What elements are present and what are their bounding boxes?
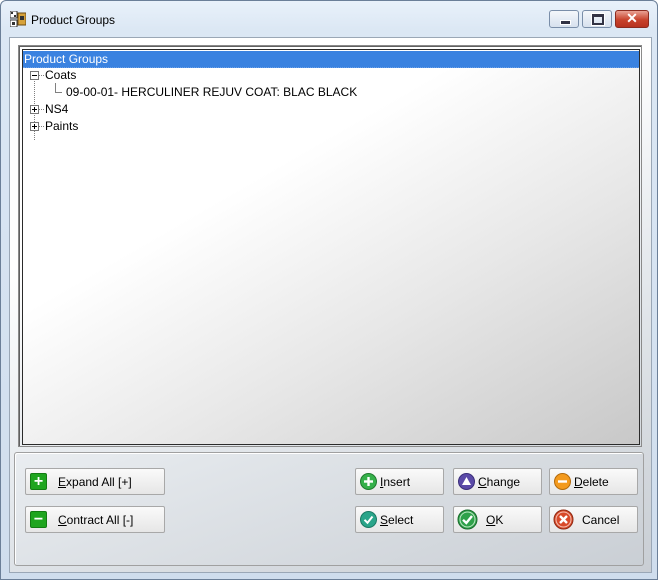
ok-label: OK [486,513,504,527]
tree-node-coats-label: Coats [45,68,77,82]
close-button[interactable]: ✕ [615,10,649,28]
maximize-icon [591,13,605,26]
tree-connector [39,109,44,110]
select-label: Select [380,513,414,527]
window-title: Product Groups [31,13,116,27]
tree-node-ns4-label: NS4 [45,102,69,116]
product-groups-app-icon [10,11,26,27]
select-button[interactable]: Select [355,506,444,533]
tree-node-product[interactable]: 09-00-01- HERCULINER REJUV COAT: BLAC BL… [66,84,357,101]
ok-button[interactable]: OK [453,506,542,533]
tree-connector-child [55,83,62,93]
close-icon: ✕ [626,10,638,26]
button-panel: + Expand All [+] − Contract All [-] Inse… [14,452,644,566]
remove-circle-icon [554,473,571,490]
cancel-button[interactable]: Cancel [549,506,638,533]
client-area: Product Groups Coats 09-00-01- HERCULINE… [9,37,652,573]
cancel-label: Cancel [582,513,620,527]
plus-icon: + [30,473,47,490]
minimize-icon [560,20,571,25]
tree-connector [39,126,44,127]
delete-button[interactable]: Delete [549,468,638,495]
product-groups-window: Product Groups ✕ Product Groups Coats 09… [0,0,658,580]
cancel-x-icon [553,509,574,530]
tree-node-ns4[interactable]: NS4 [45,101,68,118]
tree-node-product-label: 09-00-01- HERCULINER REJUV COAT: BLAC BL… [66,85,358,99]
minimize-button[interactable] [549,10,579,28]
triangle-up-icon [458,473,475,490]
expand-all-label: Expand All [+] [58,475,132,489]
expand-toggle-ns4[interactable] [30,105,39,114]
expand-toggle-paints[interactable] [30,122,39,131]
tree-node-root[interactable]: Product Groups [23,51,639,68]
insert-label: Insert [380,475,411,489]
tree-node-root-label: Product Groups [24,52,109,66]
add-circle-icon [360,473,377,490]
tree-node-paints-label: Paints [45,119,79,133]
tree-frame: Product Groups Coats 09-00-01- HERCULINE… [18,45,642,447]
maximize-button[interactable] [582,10,612,28]
ok-check-icon [457,509,478,530]
product-groups-tree[interactable]: Product Groups Coats 09-00-01- HERCULINE… [22,49,640,445]
tree-node-paints[interactable]: Paints [45,118,78,135]
tree-node-coats[interactable]: Coats [45,67,76,84]
collapse-toggle-coats[interactable] [30,71,39,80]
check-circle-icon [360,511,377,528]
delete-label: Delete [574,475,609,489]
change-button[interactable]: Change [453,468,542,495]
expand-all-button[interactable]: + Expand All [+] [25,468,165,495]
insert-button[interactable]: Insert [355,468,444,495]
tree-connector [39,75,44,76]
contract-all-label: Contract All [-] [58,513,134,527]
title-bar[interactable]: Product Groups ✕ [1,1,657,37]
change-label: Change [478,475,521,489]
contract-all-button[interactable]: − Contract All [-] [25,506,165,533]
minus-icon: − [30,511,47,528]
